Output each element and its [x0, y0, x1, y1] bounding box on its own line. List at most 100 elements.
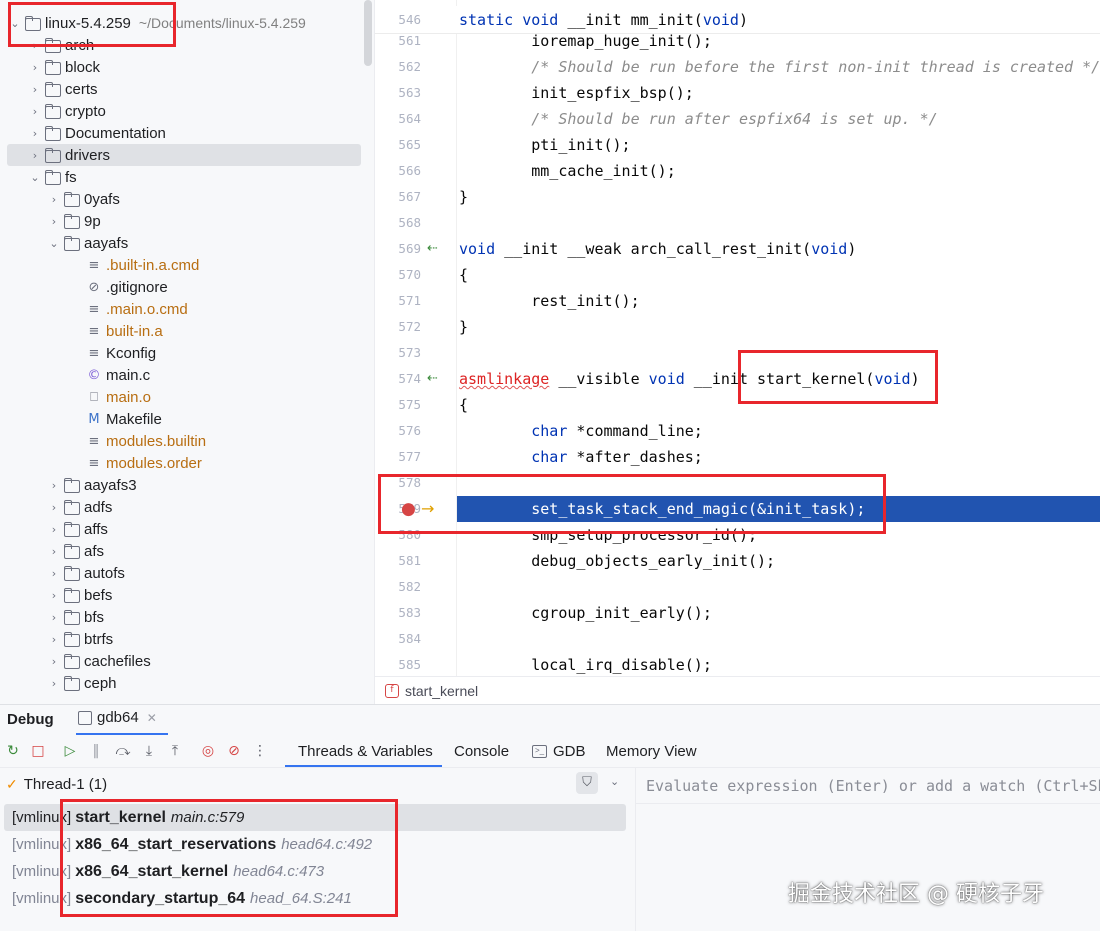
- line-number[interactable]: 575: [375, 392, 421, 418]
- chevron-right-icon[interactable]: ›: [47, 655, 61, 668]
- rerun-icon[interactable]: ↻: [3, 741, 23, 761]
- code-line[interactable]: 573: [375, 340, 1100, 366]
- line-number[interactable]: 577: [375, 444, 421, 470]
- line-number[interactable]: 583: [375, 600, 421, 626]
- chevron-right-icon[interactable]: ›: [47, 567, 61, 580]
- tree-item-modules-order[interactable]: ≡ modules.order: [0, 452, 374, 474]
- code-line[interactable]: 572}: [375, 314, 1100, 340]
- view-breakpoints-icon[interactable]: ◎: [198, 741, 218, 761]
- line-number[interactable]: 573: [375, 340, 421, 366]
- code-line[interactable]: 578: [375, 470, 1100, 496]
- line-number[interactable]: 567: [375, 184, 421, 210]
- thread-selector[interactable]: ✓ Thread-1 (1): [6, 776, 107, 793]
- debug-session-tab[interactable]: gdb64 ✕: [78, 709, 157, 726]
- code-line[interactable]: 563 init_espfix_bsp();: [375, 80, 1100, 106]
- chevron-down-icon[interactable]: ⌄: [8, 17, 22, 30]
- step-over-icon[interactable]: ⤼: [113, 741, 133, 761]
- tree-item-aayafs3[interactable]: › aayafs3: [0, 474, 374, 496]
- current-execution-line[interactable]: 579 set_task_stack_end_magic(&init_task)…: [375, 496, 1100, 522]
- chevron-right-icon[interactable]: ›: [47, 677, 61, 690]
- line-number[interactable]: 563: [375, 80, 421, 106]
- line-number[interactable]: 574: [375, 366, 421, 392]
- line-number[interactable]: 582: [375, 574, 421, 600]
- tab-console[interactable]: Console: [454, 743, 509, 760]
- mute-breakpoints-icon[interactable]: ⊘: [224, 741, 244, 761]
- code-line[interactable]: 565 pti_init();: [375, 132, 1100, 158]
- editor-breadcrumb[interactable]: f start_kernel: [374, 676, 1100, 704]
- line-number[interactable]: 568: [375, 210, 421, 236]
- stack-frame[interactable]: [vmlinux] x86_64_start_kernel head64.c:473: [4, 858, 626, 885]
- tree-item-built-in-a-cmd[interactable]: ≡ .built-in.a.cmd: [0, 254, 374, 276]
- more-options-icon[interactable]: ⋮: [250, 741, 270, 761]
- tree-item-0yafs[interactable]: › 0yafs: [0, 188, 374, 210]
- line-number[interactable]: 569: [375, 236, 421, 262]
- line-number[interactable]: 580: [375, 522, 421, 548]
- tree-item-block[interactable]: › block: [0, 56, 374, 78]
- code-line[interactable]: 566 mm_cache_init();: [375, 158, 1100, 184]
- tab-gdb[interactable]: >_ GDB: [532, 743, 586, 760]
- tree-item-fs[interactable]: ⌄ fs: [0, 166, 374, 188]
- sticky-header-line[interactable]: 546 static void __init mm_init(void): [375, 6, 1100, 34]
- close-icon[interactable]: ✕: [147, 711, 157, 725]
- tree-item-gitignore[interactable]: ⊘ .gitignore: [0, 276, 374, 298]
- code-line[interactable]: 577 char *after_dashes;: [375, 444, 1100, 470]
- line-number[interactable]: 564: [375, 106, 421, 132]
- tree-item-built-in-a[interactable]: ≡ built-in.a: [0, 320, 374, 342]
- line-number[interactable]: 570: [375, 262, 421, 288]
- tree-item-crypto[interactable]: › crypto: [0, 100, 374, 122]
- tree-item-befs[interactable]: › befs: [0, 584, 374, 606]
- chevron-right-icon[interactable]: ›: [47, 633, 61, 646]
- code-line[interactable]: 580 smp_setup_processor_id();: [375, 522, 1100, 548]
- tree-item-btrfs[interactable]: › btrfs: [0, 628, 374, 650]
- navigate-declaration-icon[interactable]: ⇠: [427, 236, 438, 262]
- line-number[interactable]: 581: [375, 548, 421, 574]
- tree-item-aayafs[interactable]: ⌄ aayafs: [0, 232, 374, 254]
- tree-item-cachefiles[interactable]: › cachefiles: [0, 650, 374, 672]
- navigate-declaration-icon[interactable]: ⇠: [427, 366, 438, 392]
- chevron-right-icon[interactable]: ›: [28, 39, 42, 52]
- chevron-down-icon[interactable]: ⌄: [47, 237, 61, 250]
- tree-item-9p[interactable]: › 9p: [0, 210, 374, 232]
- tree-item-documentation[interactable]: › Documentation: [0, 122, 374, 144]
- tab-threads-variables[interactable]: Threads & Variables: [298, 743, 433, 760]
- code-line[interactable]: 568: [375, 210, 1100, 236]
- chevron-right-icon[interactable]: ›: [47, 501, 61, 514]
- tree-item-kconfig[interactable]: ≡ Kconfig: [0, 342, 374, 364]
- line-number[interactable]: 584: [375, 626, 421, 652]
- tree-item-main-c[interactable]: © main.c: [0, 364, 374, 386]
- code-line[interactable]: 584: [375, 626, 1100, 652]
- chevron-right-icon[interactable]: ›: [47, 193, 61, 206]
- chevron-right-icon[interactable]: ›: [47, 215, 61, 228]
- tree-item-drivers[interactable]: › drivers: [0, 144, 374, 166]
- line-number[interactable]: 566: [375, 158, 421, 184]
- chevron-right-icon[interactable]: ›: [28, 61, 42, 74]
- evaluate-expression-input[interactable]: [636, 768, 1100, 804]
- code-line[interactable]: 581 debug_objects_early_init();: [375, 548, 1100, 574]
- chevron-right-icon[interactable]: ›: [28, 149, 42, 162]
- tree-item-certs[interactable]: › certs: [0, 78, 374, 100]
- tree-item-afs[interactable]: › afs: [0, 540, 374, 562]
- step-out-icon[interactable]: ⤒: [165, 741, 185, 761]
- resume-icon[interactable]: ▷: [60, 741, 80, 761]
- tree-item-modules-builtin[interactable]: ≡ modules.builtin: [0, 430, 374, 452]
- chevron-right-icon[interactable]: ›: [47, 523, 61, 536]
- tree-scrollbar[interactable]: [364, 0, 372, 66]
- chevron-down-icon[interactable]: ⌄: [28, 171, 42, 184]
- tree-root[interactable]: ⌄ linux-5.4.259 ~/Documents/linux-5.4.25…: [0, 12, 374, 34]
- tree-item-makefile[interactable]: M Makefile: [0, 408, 374, 430]
- line-number[interactable]: 565: [375, 132, 421, 158]
- code-line[interactable]: 576 char *command_line;: [375, 418, 1100, 444]
- line-number[interactable]: 578: [375, 470, 421, 496]
- code-line[interactable]: 585 local_irq_disable();: [375, 652, 1100, 676]
- tree-item-main-o[interactable]: ⎕ main.o: [0, 386, 374, 408]
- line-number[interactable]: 576: [375, 418, 421, 444]
- tree-item-affs[interactable]: › affs: [0, 518, 374, 540]
- tree-item-adfs[interactable]: › adfs: [0, 496, 374, 518]
- stack-frame[interactable]: [vmlinux] secondary_startup_64 head_64.S:2…: [4, 885, 626, 912]
- code-line[interactable]: 574 asmlinkage __visible void __init star…: [375, 366, 1100, 392]
- line-number[interactable]: 585: [375, 652, 421, 676]
- code-line[interactable]: 562 /* Should be run before the first no…: [375, 54, 1100, 80]
- line-number[interactable]: 572: [375, 314, 421, 340]
- tree-item-bfs[interactable]: › bfs: [0, 606, 374, 628]
- breakpoint-icon[interactable]: ●: [401, 496, 416, 522]
